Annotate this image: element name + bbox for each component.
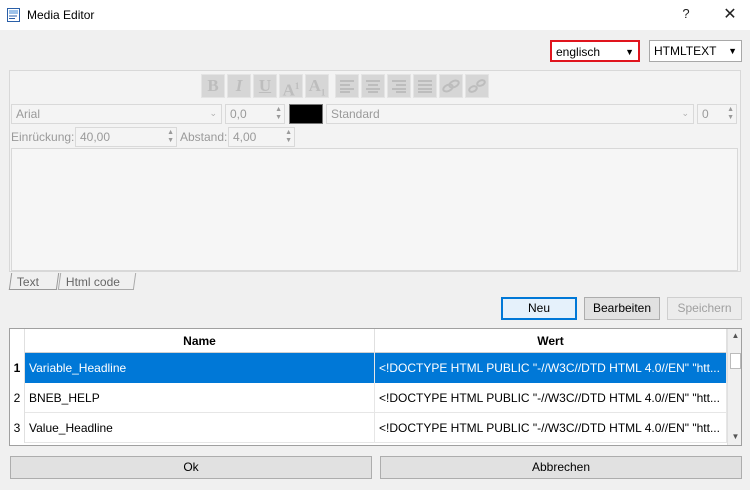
unlink-icon[interactable] — [465, 74, 489, 98]
number-value: 0 — [702, 107, 709, 121]
title-bar — [0, 0, 750, 30]
text-editing-area[interactable] — [11, 148, 738, 271]
row-value[interactable]: <!DOCTYPE HTML PUBLIC "-//W3C//DTD HTML … — [375, 353, 727, 383]
indent-stepper[interactable]: 40,00 ▲ ▼ — [75, 127, 177, 147]
table-corner — [10, 329, 25, 353]
row-name[interactable]: Variable_Headline — [25, 353, 375, 383]
spin-arrows-icon: ▲ ▼ — [167, 129, 174, 144]
language-select-value: englisch — [556, 45, 601, 59]
paragraph-style-select[interactable]: Standard ⌄ — [326, 104, 694, 124]
ok-button[interactable]: Ok — [10, 456, 372, 479]
table-scrollbar[interactable]: ▲ ▼ — [727, 329, 741, 445]
chevron-down-icon: ⌄ — [681, 108, 689, 118]
spin-arrows-icon: ▲ ▼ — [285, 129, 292, 144]
edit-button[interactable]: Bearbeiten — [584, 297, 660, 320]
table-row[interactable]: 2 BNEB_HELP <!DOCTYPE HTML PUBLIC "-//W3… — [10, 383, 727, 413]
table-row[interactable]: 3 Value_Headline <!DOCTYPE HTML PUBLIC "… — [10, 413, 727, 443]
row-value[interactable]: <!DOCTYPE HTML PUBLIC "-//W3C//DTD HTML … — [375, 413, 727, 443]
row-number: 2 — [10, 383, 25, 413]
cancel-button[interactable]: Abbrechen — [380, 456, 742, 479]
scrollbar-thumb[interactable] — [730, 353, 741, 369]
row-number: 3 — [10, 413, 25, 443]
align-left-icon[interactable] — [335, 74, 359, 98]
scroll-up-icon[interactable]: ▲ — [728, 331, 741, 343]
tab-html-code-label: Html code — [65, 275, 120, 289]
justify-icon[interactable] — [413, 74, 437, 98]
chevron-down-icon: ⌄ — [209, 108, 217, 118]
column-header-name[interactable]: Name — [25, 329, 375, 353]
window-title: Media Editor — [27, 8, 95, 22]
spin-arrows-icon: ▲ ▼ — [727, 106, 734, 121]
font-family-select[interactable]: Arial ⌄ — [11, 104, 222, 124]
tab-html-code[interactable]: Html code — [57, 273, 137, 290]
spin-arrows-icon: ▲ ▼ — [275, 106, 282, 121]
underline-icon[interactable]: U — [253, 74, 277, 98]
language-select[interactable]: englisch ▼ — [550, 40, 640, 62]
indent-value: 40,00 — [80, 130, 111, 144]
superscript-icon[interactable]: A1 — [279, 74, 303, 100]
subscript-icon[interactable]: A1 — [305, 74, 329, 98]
number-stepper[interactable]: 0 ▲ ▼ — [697, 104, 737, 124]
close-button[interactable]: ✕ — [718, 4, 742, 26]
align-right-icon[interactable] — [387, 74, 411, 98]
font-size-stepper[interactable]: 0,0 ▲ ▼ — [225, 104, 285, 124]
table-header: Name Wert — [10, 329, 727, 353]
bold-icon[interactable]: B — [201, 74, 225, 98]
row-value[interactable]: <!DOCTYPE HTML PUBLIC "-//W3C//DTD HTML … — [375, 383, 727, 413]
italic-icon[interactable]: I — [227, 74, 251, 98]
help-button[interactable]: ? — [676, 6, 696, 24]
font-family-value: Arial — [16, 107, 41, 121]
spacing-stepper[interactable]: 4,00 ▲ ▼ — [228, 127, 295, 147]
chevron-down-icon: ▼ — [728, 46, 737, 56]
chevron-down-icon: ▼ — [625, 47, 634, 57]
row-number: 1 — [10, 353, 25, 383]
scroll-down-icon[interactable]: ▼ — [728, 432, 741, 444]
indent-label: Einrückung: — [11, 130, 75, 144]
row-name[interactable]: BNEB_HELP — [25, 383, 375, 413]
table-row[interactable]: 1 Variable_Headline <!DOCTYPE HTML PUBLI… — [10, 353, 727, 383]
spacing-label: Abstand: — [180, 130, 228, 144]
font-size-value: 0,0 — [230, 107, 247, 121]
link-icon[interactable] — [439, 74, 463, 98]
tab-text[interactable]: Text — [8, 273, 60, 290]
new-button[interactable]: Neu — [501, 297, 577, 320]
save-button[interactable]: Speichern — [667, 297, 742, 320]
variables-table: Name Wert 1 Variable_Headline <!DOCTYPE … — [9, 328, 742, 446]
row-name[interactable]: Value_Headline — [25, 413, 375, 443]
paragraph-style-value: Standard — [331, 107, 380, 121]
format-select-value: HTMLTEXT — [654, 44, 717, 58]
tab-text-label: Text — [16, 275, 39, 289]
font-color-swatch[interactable] — [289, 104, 323, 124]
app-icon — [6, 7, 22, 23]
column-header-value[interactable]: Wert — [375, 329, 727, 353]
spacing-value: 4,00 — [233, 130, 257, 144]
align-center-icon[interactable] — [361, 74, 385, 98]
format-select[interactable]: HTMLTEXT ▼ — [649, 40, 742, 62]
